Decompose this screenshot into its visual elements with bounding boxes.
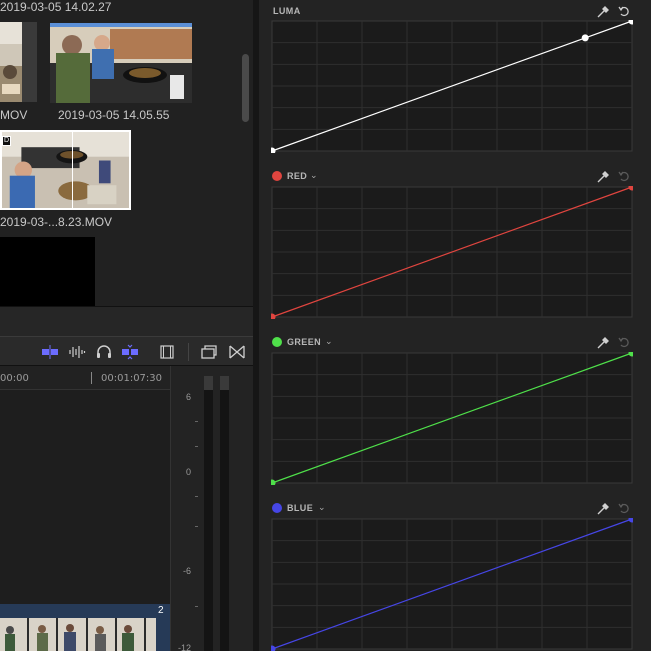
timeline-toolbar [0,336,253,366]
chevron-down-icon[interactable]: ⌄ [318,502,326,513]
filmstrip-frames [0,618,156,651]
audio-skimming-icon[interactable] [121,344,139,360]
video-only-icon[interactable] [41,344,59,360]
meter-right [220,376,229,651]
channel-color-dot [272,337,282,347]
meter-left [204,376,213,651]
channel-color-dot [272,171,282,181]
curve-header-green: GREEN ⌄ [259,333,651,353]
browser-scrollbar[interactable] [242,54,249,122]
clip-badge: D [2,136,11,146]
meter-scale-label: -12 [177,643,191,651]
kitchen-thumbnail [50,23,192,103]
audio-meters: 6 0 -6 -12 [170,366,255,651]
eyedropper-icon[interactable] [596,336,610,350]
chevron-down-icon[interactable]: ⌄ [310,170,318,181]
meter-tick [195,446,198,447]
color-curves-inspector: LUMA RED ⌄ GREEN ⌄ BLUE ⌄ [259,0,651,651]
reset-icon[interactable] [618,5,630,17]
meter-tick [195,421,198,422]
channel-color-dot [272,503,282,513]
curve-header-red: RED ⌄ [259,167,651,187]
curve-graph-green[interactable] [271,352,633,485]
eyedropper-icon[interactable] [596,502,610,516]
timecode-label: 00:01:07:30 [101,373,163,384]
reset-icon[interactable] [618,502,630,514]
timeline-ruler[interactable]: 00:00 00:01:07:30 [0,366,170,390]
kitchen-thumbnail [2,132,129,208]
clip-label: MOV [0,108,28,122]
meter-scale-label: -6 [182,566,191,576]
track-number: 2 [158,605,164,616]
clip-appearance-icon[interactable] [200,344,218,360]
curve-control-point[interactable] [581,34,589,42]
meter-peak-left [204,376,213,390]
curve-header-blue: BLUE ⌄ [259,499,651,519]
filmstrip-icon[interactable] [158,344,176,360]
curve-title: RED [287,171,308,181]
transitions-icon[interactable] [228,344,246,360]
reset-icon[interactable] [618,336,630,348]
curve-title: BLUE [287,503,314,513]
clip-thumbnail[interactable] [50,23,192,103]
clip-label: 2019-03-05 14.05.55 [58,108,170,122]
curve-graph-luma[interactable] [271,20,633,153]
ruler-tick [91,372,92,384]
viewer-divider [0,306,253,336]
eyedropper-icon[interactable] [596,5,610,19]
clip-label: 2019-03-...8.23.MOV [0,215,113,229]
toolbar-separator [188,343,189,361]
meter-tick [195,526,198,527]
timeline-filmstrip[interactable] [0,618,156,651]
curve-title: LUMA [273,6,301,16]
clip-thumbnail[interactable] [0,237,95,306]
skimmer-playhead [72,132,73,208]
meter-tick [195,496,198,497]
waveform-icon[interactable] [68,344,86,360]
kitchen-thumbnail [0,22,37,102]
meter-scale-label: 6 [185,392,191,402]
curve-graph-red[interactable] [271,186,633,319]
curve-title: GREEN [287,337,322,347]
meter-tick [195,606,198,607]
chevron-down-icon[interactable]: ⌄ [325,336,333,347]
clip-label: 2019-03-05 14.02.27 [0,0,112,14]
clip-thumbnail-selected[interactable]: D [0,130,131,210]
reset-icon[interactable] [618,170,630,182]
media-browser: 2019-03-05 14.02.27 MOV 2019-03-05 14.05… [0,0,253,306]
meter-peak-right [220,376,229,390]
headphones-icon[interactable] [95,344,113,360]
curve-header-luma: LUMA [259,2,651,22]
timecode-label: 00:00 [0,373,29,384]
eyedropper-icon[interactable] [596,170,610,184]
clip-thumbnail[interactable] [0,22,37,102]
curve-graph-blue[interactable] [271,518,633,651]
meter-scale-label: 0 [185,467,191,477]
